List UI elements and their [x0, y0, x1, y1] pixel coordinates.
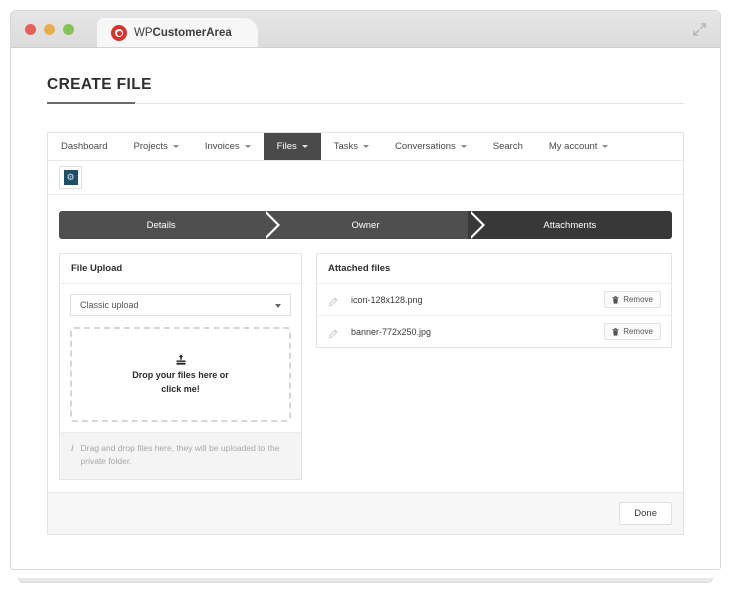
remove-file-label: Remove — [623, 295, 653, 304]
remove-file-button[interactable]: Remove — [604, 323, 661, 340]
maximize-window-button[interactable] — [63, 24, 74, 35]
chevron-down-icon — [275, 304, 281, 308]
page-content: CREATE FILE Dashboard Projects Invoices Fil… — [11, 48, 720, 569]
attached-file-name: banner-772x250.jpg — [351, 326, 432, 337]
browser-tab[interactable]: WPCustomerArea — [97, 18, 258, 48]
attached-files-heading: Attached files — [317, 254, 671, 284]
dropzone-label: Drop your files here or click me! — [132, 369, 229, 395]
wizard-step-owner[interactable]: Owner — [263, 211, 486, 239]
nav-item-tasks[interactable]: Tasks — [321, 133, 382, 160]
attached-files-list: icon-128x128.png Remove banner-772x250.jpg… — [317, 284, 671, 347]
file-dropzone[interactable]: Drop your files here or click me! — [70, 327, 291, 422]
edit-pencil-icon[interactable] — [328, 294, 339, 307]
card-footer: Done — [48, 492, 683, 535]
file-upload-body: Classic upload Drop your files here or c… — [60, 284, 301, 432]
browser-window-base — [18, 578, 713, 583]
file-upload-heading: File Upload — [60, 254, 301, 284]
trash-icon — [612, 327, 619, 336]
info-icon: i — [71, 443, 74, 453]
title-divider — [47, 102, 684, 104]
file-upload-note-text: Drag and drop files here, they will be u… — [80, 443, 280, 467]
panels-row: File Upload Classic upload Drop your fil… — [59, 253, 672, 481]
nav-item-label: Conversations — [395, 141, 456, 152]
chevron-down-icon — [244, 145, 251, 148]
wizard-steps: Details Owner Attachments — [59, 211, 672, 239]
card-toolbar: ⚙ — [48, 161, 683, 195]
nav-item-label: My account — [548, 141, 598, 152]
wpcustomerarea-logo-icon — [111, 25, 127, 41]
nav-item-label: Projects — [133, 141, 168, 152]
settings-icon: ⚙ — [63, 170, 78, 185]
chevron-down-icon — [363, 145, 370, 148]
card-body: Details Owner Attachments File Upload Clas… — [48, 195, 683, 535]
tab-label-prefix: WP — [134, 27, 153, 39]
wizard-step-label: Attachments — [543, 219, 597, 231]
nav-item-conversations[interactable]: Conversations — [382, 133, 480, 160]
browser-tab-label: WPCustomerArea — [134, 27, 232, 39]
upload-mode-value: Classic upload — [80, 300, 139, 310]
tab-label-main: CustomerArea — [152, 27, 232, 39]
browser-window: WPCustomerArea CREATE FILE Dashboard Proj… — [10, 10, 721, 570]
browser-titlebar: WPCustomerArea — [11, 11, 720, 48]
edit-pencil-icon[interactable] — [328, 326, 339, 339]
attached-files-panel: Attached files icon-128x128.png Remove ban… — [316, 253, 672, 348]
nav-item-invoices[interactable]: Invoices — [192, 133, 264, 160]
done-button[interactable]: Done — [619, 502, 672, 526]
nav-item-label: Invoices — [204, 141, 240, 152]
file-upload-note: i Drag and drop files here, they will be… — [60, 432, 301, 480]
wizard-step-label: Details — [146, 219, 176, 231]
trash-icon — [612, 295, 619, 304]
window-controls — [25, 24, 74, 35]
upload-icon — [175, 353, 187, 366]
nav-item-label: Tasks — [333, 141, 359, 152]
nav-item-projects[interactable]: Projects — [120, 133, 191, 160]
attached-file-row: banner-772x250.jpg Remove — [317, 316, 671, 347]
remove-file-button[interactable]: Remove — [604, 291, 661, 308]
chevron-down-icon — [172, 145, 179, 148]
upload-mode-select[interactable]: Classic upload — [70, 294, 291, 316]
attached-file-row: icon-128x128.png Remove — [317, 284, 671, 316]
nav-item-label: Dashboard — [61, 141, 108, 152]
page-title: CREATE FILE — [47, 76, 152, 93]
chevron-down-icon — [460, 145, 467, 148]
wizard-step-attachments[interactable]: Attachments — [467, 211, 672, 239]
minimize-window-button[interactable] — [44, 24, 55, 35]
nav-item-search[interactable]: Search — [480, 133, 536, 160]
attached-file-name: icon-128x128.png — [351, 294, 423, 305]
expand-arrows-icon[interactable] — [692, 22, 707, 37]
remove-file-label: Remove — [623, 327, 653, 336]
nav-item-dashboard[interactable]: Dashboard — [48, 133, 120, 160]
file-upload-panel: File Upload Classic upload Drop your fil… — [59, 253, 302, 481]
main-navbar: Dashboard Projects Invoices Files Tasks Conve… — [48, 133, 683, 161]
dropzone-line-2: click me! — [161, 383, 200, 394]
wizard-step-label: Owner — [351, 219, 380, 231]
nav-item-files[interactable]: Files — [263, 133, 321, 160]
nav-item-label: Search — [492, 141, 523, 152]
close-window-button[interactable] — [25, 24, 36, 35]
main-card: Dashboard Projects Invoices Files Tasks Conve… — [47, 132, 684, 536]
nav-item-label: Files — [276, 141, 297, 152]
dropzone-line-1: Drop your files here or — [132, 370, 229, 381]
chevron-down-icon — [301, 145, 308, 148]
wizard-step-details[interactable]: Details — [59, 211, 281, 239]
chevron-down-icon — [602, 145, 609, 148]
nav-item-my-account[interactable]: My account — [536, 133, 622, 160]
settings-button[interactable]: ⚙ — [59, 166, 82, 189]
